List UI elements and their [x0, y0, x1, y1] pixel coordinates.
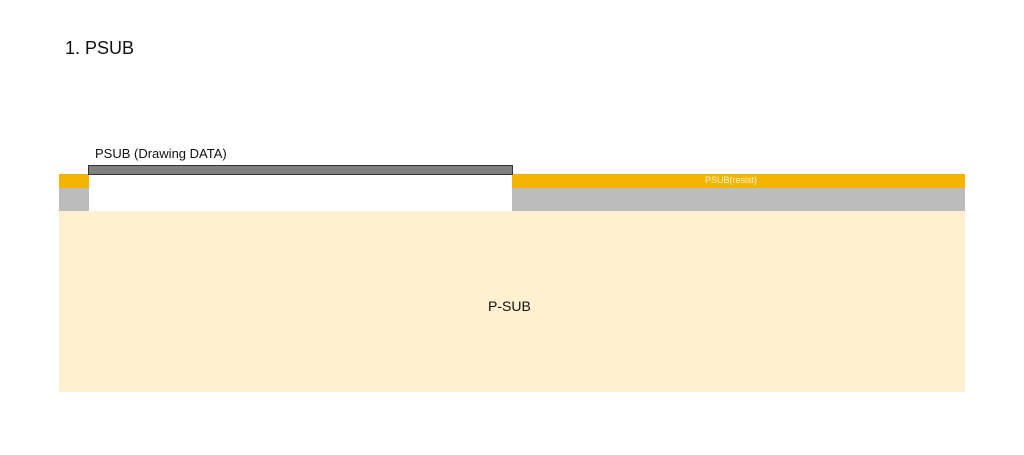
mask-drawing-data-label: PSUB (Drawing DATA): [95, 146, 227, 161]
resist-layer-left: [59, 174, 89, 188]
process-step-page: 1. PSUB PSUB (Drawing DATA) PSUB(resist)…: [0, 0, 1024, 455]
p-substrate-label: P-SUB: [488, 298, 531, 314]
oxide-layer-right: [512, 188, 965, 211]
mask-drawing-data-bar: [88, 165, 513, 175]
oxide-layer-left: [59, 188, 89, 211]
step-title: 1. PSUB: [65, 38, 135, 58]
resist-layer-label: PSUB(resist): [705, 175, 758, 185]
resist-opening: [89, 174, 512, 211]
